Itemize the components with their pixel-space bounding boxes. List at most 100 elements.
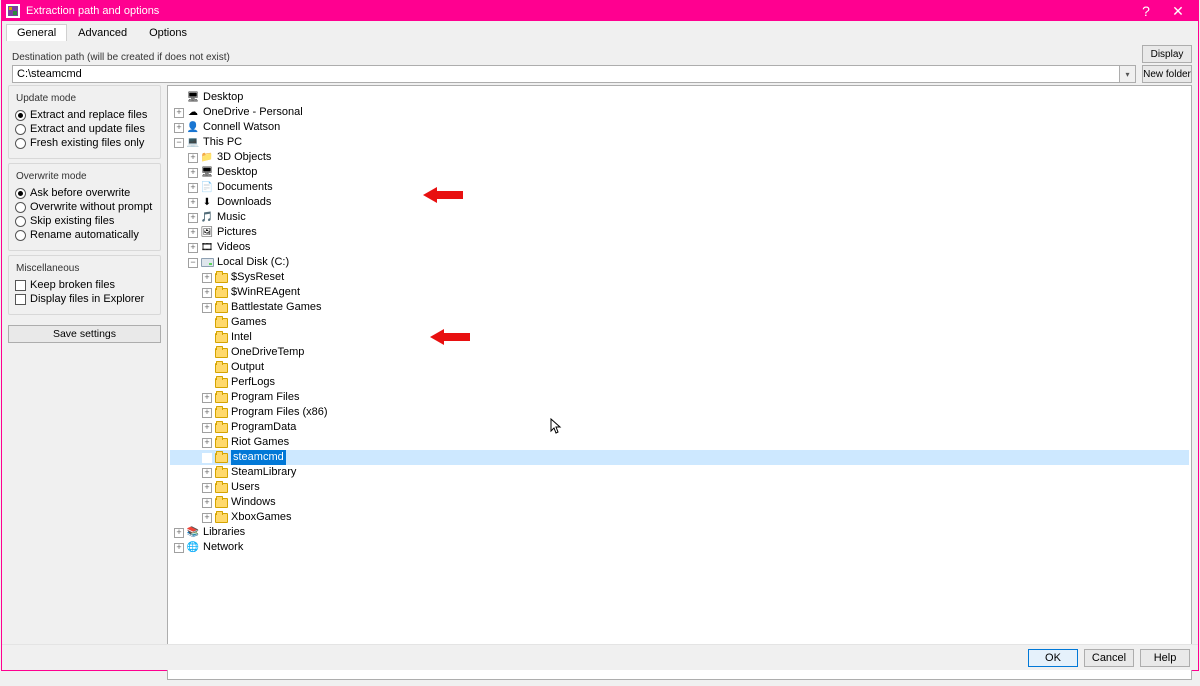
destination-input[interactable]: [12, 65, 1120, 83]
tree-toggle-icon[interactable]: −: [174, 138, 184, 148]
tree-toggle-icon[interactable]: +: [174, 108, 184, 118]
tree-pc-item[interactable]: +📁3D Objects: [170, 150, 1189, 165]
tree-c-item-windows[interactable]: +Windows: [170, 495, 1189, 510]
ok-button[interactable]: OK: [1028, 649, 1078, 667]
tree-c-item-steamcmd[interactable]: steamcmd: [170, 450, 1189, 465]
tree-toggle-icon[interactable]: +: [188, 228, 198, 238]
libraries-icon: 📚: [186, 527, 200, 539]
tree-toggle-icon[interactable]: +: [188, 153, 198, 163]
close-button[interactable]: ✕: [1162, 1, 1194, 21]
tree-toggle-icon[interactable]: +: [202, 408, 212, 418]
disk-icon: [200, 257, 214, 269]
tree-c-item-xboxgames[interactable]: +XboxGames: [170, 510, 1189, 525]
update-opt-2[interactable]: Fresh existing files only: [15, 136, 154, 150]
checkbox-icon: [15, 294, 26, 305]
tree-pc-item[interactable]: +🖼Pictures: [170, 225, 1189, 240]
tree-c-item--sysreset[interactable]: +$SysReset: [170, 270, 1189, 285]
overwrite-opt-1[interactable]: Overwrite without prompt: [15, 200, 154, 214]
tree-toggle-icon[interactable]: +: [202, 288, 212, 298]
misc-group: Miscellaneous Keep broken filesDisplay f…: [8, 255, 161, 315]
tree-toggle-icon[interactable]: +: [174, 543, 184, 553]
misc-opt-0[interactable]: Keep broken files: [15, 278, 154, 292]
tree-toggle-icon[interactable]: +: [202, 498, 212, 508]
folder-icon: [214, 422, 228, 434]
tree-pc-item[interactable]: +⬇Downloads: [170, 195, 1189, 210]
misc-opt-1[interactable]: Display files in Explorer: [15, 292, 154, 306]
tree-toggle-icon[interactable]: +: [202, 438, 212, 448]
tree-localdisk[interactable]: −Local Disk (C:): [170, 255, 1189, 270]
tree-libraries[interactable]: +📚Libraries: [170, 525, 1189, 540]
folder-icon: [214, 452, 228, 464]
folder-icon: [214, 317, 228, 329]
display-button[interactable]: Display: [1142, 45, 1192, 63]
tree-toggle-icon[interactable]: +: [202, 513, 212, 523]
tree-pc-item[interactable]: +📄Documents: [170, 180, 1189, 195]
tree-c-item-battlestate-games[interactable]: +Battlestate Games: [170, 300, 1189, 315]
tree-pc-item[interactable]: +🎵Music: [170, 210, 1189, 225]
tree-onedrive[interactable]: +☁OneDrive - Personal: [170, 105, 1189, 120]
folder-tree-panel[interactable]: 🖥Desktop+☁OneDrive - Personal+👤Connell W…: [167, 85, 1192, 680]
checkbox-icon: [15, 280, 26, 291]
tree-spacer: [202, 333, 212, 343]
tree-c-item-output[interactable]: Output: [170, 360, 1189, 375]
folder-icon: [214, 407, 228, 419]
destination-dropdown-icon[interactable]: ▾: [1120, 65, 1136, 83]
update-opt-1[interactable]: Extract and update files: [15, 122, 154, 136]
tree-toggle-icon[interactable]: +: [188, 198, 198, 208]
overwrite-opt-3[interactable]: Rename automatically: [15, 228, 154, 242]
tree-c-item-users[interactable]: +Users: [170, 480, 1189, 495]
tree-toggle-icon[interactable]: +: [174, 528, 184, 538]
help-button-footer[interactable]: Help: [1140, 649, 1190, 667]
tree-c-item--winreagent[interactable]: +$WinREAgent: [170, 285, 1189, 300]
new-folder-button[interactable]: New folder: [1142, 65, 1192, 83]
save-settings-button[interactable]: Save settings: [8, 325, 161, 343]
tab-general[interactable]: General: [6, 24, 67, 41]
tree-toggle-icon[interactable]: −: [188, 258, 198, 268]
misc-legend: Miscellaneous: [13, 263, 82, 274]
tree-toggle-icon[interactable]: +: [188, 183, 198, 193]
pc-icon: 💻: [186, 137, 200, 149]
tree-thispc[interactable]: −💻This PC: [170, 135, 1189, 150]
dialog-footer: OK Cancel Help: [2, 644, 1198, 670]
tree-c-item-perflogs[interactable]: PerfLogs: [170, 375, 1189, 390]
cancel-button[interactable]: Cancel: [1084, 649, 1134, 667]
tree-user[interactable]: +👤Connell Watson: [170, 120, 1189, 135]
tree-toggle-icon[interactable]: +: [202, 273, 212, 283]
tree-c-item-onedrivetemp[interactable]: OneDriveTemp: [170, 345, 1189, 360]
tree-toggle-icon[interactable]: +: [188, 168, 198, 178]
tree-spacer: [202, 363, 212, 373]
overwrite-opt-0[interactable]: Ask before overwrite: [15, 186, 154, 200]
folder-icon: [214, 512, 228, 524]
tree-toggle-icon[interactable]: +: [188, 243, 198, 253]
tab-advanced[interactable]: Advanced: [67, 24, 138, 41]
tree-c-item-program-files--x86-[interactable]: +Program Files (x86): [170, 405, 1189, 420]
update-opt-0[interactable]: Extract and replace files: [15, 108, 154, 122]
update-mode-legend: Update mode: [13, 93, 79, 104]
tree-c-item-program-files[interactable]: +Program Files: [170, 390, 1189, 405]
tree-pc-item[interactable]: +🖥Desktop: [170, 165, 1189, 180]
app-icon: [6, 4, 20, 18]
tree-toggle-icon[interactable]: +: [202, 468, 212, 478]
tree-desktop[interactable]: 🖥Desktop: [170, 90, 1189, 105]
window-title: Extraction path and options: [26, 5, 1130, 17]
tree-c-item-riot-games[interactable]: +Riot Games: [170, 435, 1189, 450]
tree-toggle-icon[interactable]: +: [202, 303, 212, 313]
tab-options[interactable]: Options: [138, 24, 198, 41]
pcfolder-icon: 📄: [200, 182, 214, 194]
tree-toggle-icon[interactable]: +: [202, 423, 212, 433]
help-button[interactable]: ?: [1130, 1, 1162, 21]
tree-toggle-icon[interactable]: +: [174, 123, 184, 133]
tree-toggle-icon[interactable]: +: [202, 483, 212, 493]
folder-icon: [214, 272, 228, 284]
tree-c-item-programdata[interactable]: +ProgramData: [170, 420, 1189, 435]
tree-toggle-icon[interactable]: +: [188, 213, 198, 223]
tree-network[interactable]: +🌐Network: [170, 540, 1189, 555]
tree-pc-item[interactable]: +🎞Videos: [170, 240, 1189, 255]
tree-spacer: [202, 348, 212, 358]
tree-c-item-intel[interactable]: Intel: [170, 330, 1189, 345]
tree-c-item-games[interactable]: Games: [170, 315, 1189, 330]
tree-toggle-icon[interactable]: +: [202, 393, 212, 403]
options-sidebar: Update mode Extract and replace filesExt…: [8, 85, 161, 680]
tree-c-item-steamlibrary[interactable]: +SteamLibrary: [170, 465, 1189, 480]
overwrite-opt-2[interactable]: Skip existing files: [15, 214, 154, 228]
